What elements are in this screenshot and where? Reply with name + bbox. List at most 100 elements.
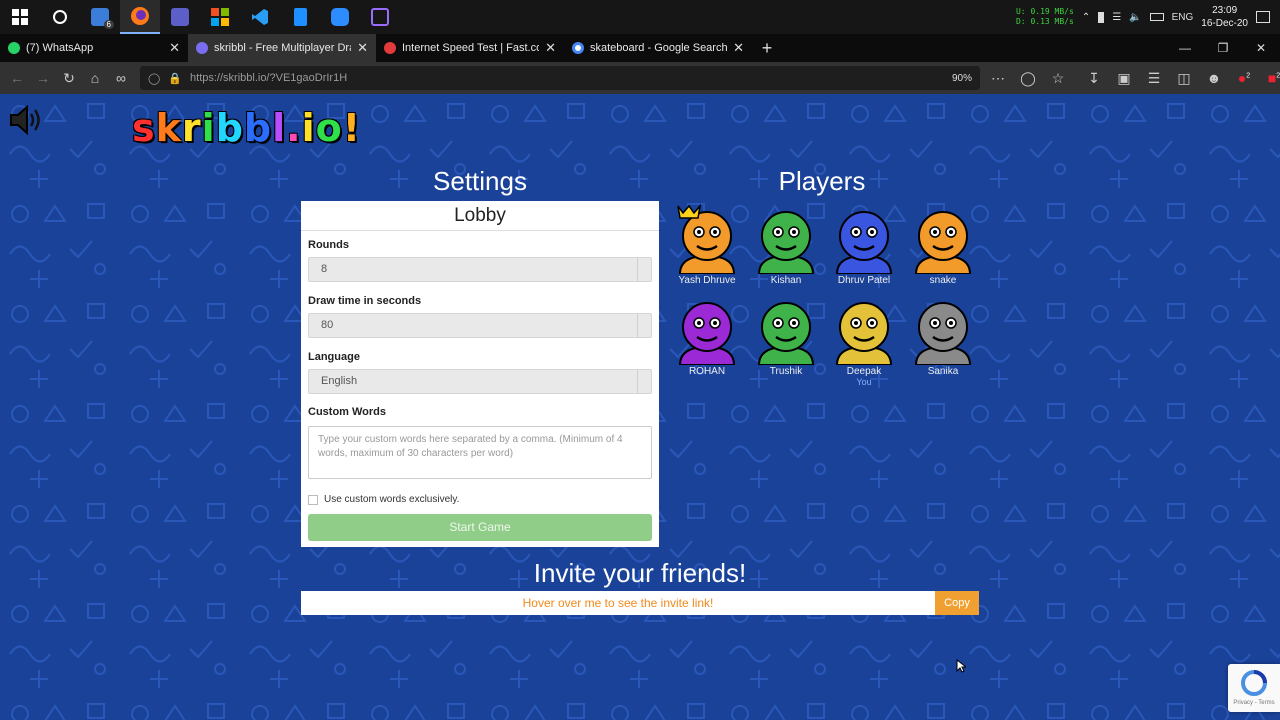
custom-words-textarea[interactable]: Type your custom words here separated by… [308,426,652,479]
reload-icon[interactable]: ↻ [56,70,82,87]
battery-icon[interactable] [1149,13,1164,21]
player-avatar [914,302,972,365]
close-tab-icon[interactable]: ✕ [733,40,744,56]
close-window-icon[interactable]: ✕ [1242,34,1280,62]
office-icon[interactable] [200,0,240,34]
more-icon[interactable]: ⋯ [985,70,1011,87]
sound-toggle-icon[interactable] [8,104,44,141]
url-text[interactable]: https://skribbl.io/?VE1gaoDrIr1H [190,72,347,84]
extension-icon[interactable]: ●2 [1231,70,1257,86]
language-indicator[interactable]: ENG [1172,12,1194,23]
rounds-select[interactable]: 8 [308,257,652,282]
whatsapp-icon [8,42,20,54]
logo-letter: ! [342,106,362,150]
player-avatar [835,211,893,274]
custom-words-label: Custom Words [308,406,387,418]
network-speed: U: 0.19 MB/s D: 0.13 MB/s [1015,7,1074,26]
dropdown-arrow-icon [637,314,651,337]
player-card[interactable]: Kishan [746,204,826,286]
speaker-icon[interactable]: 🔈 [1129,12,1141,23]
pocket-icon[interactable]: ◯ [1015,70,1041,87]
mail-icon[interactable]: 6 [80,0,120,34]
copy-button[interactable]: Copy [935,591,979,615]
app-icon[interactable] [360,0,400,34]
exclusive-words-checkbox[interactable]: Use custom words exclusively. [308,494,459,505]
player-card[interactable]: ROHAN [667,295,747,377]
shield-icon[interactable]: ◯ [148,72,160,85]
minimize-icon[interactable]: — [1166,34,1204,62]
you-indicator: You [856,377,872,387]
zoom-icon[interactable] [320,0,360,34]
lock-icon[interactable]: 🔒 [168,72,182,85]
player-avatar [677,204,736,274]
language-select[interactable]: English [308,369,652,394]
teams-icon[interactable] [160,0,200,34]
player-card[interactable]: snake [903,204,983,286]
tab-skribbl[interactable]: skribbl - Free Multiplayer Drawing ✕ [188,34,376,62]
screenshot-icon[interactable]: ▣ [1111,70,1137,87]
skribbl-icon [196,42,208,54]
close-tab-icon[interactable]: ✕ [169,40,180,56]
sidebar-icon[interactable]: ◫ [1171,70,1197,87]
player-card[interactable]: Sanika [903,295,983,377]
drawtime-select[interactable]: 80 [308,313,652,338]
logo-letter: l [272,106,287,150]
player-avatar [835,302,893,365]
start-game-button[interactable]: Start Game [308,514,652,541]
mouse-cursor-icon [956,658,968,678]
back-icon[interactable]: ← [4,70,30,86]
notifications-icon[interactable] [1256,11,1270,23]
zoom-level[interactable]: 90% [952,73,972,84]
star-icon[interactable]: ☆ [1045,70,1071,87]
account-icon[interactable]: ☻ [1201,70,1227,86]
player-card[interactable]: Yash Dhruve [667,204,747,286]
mail-badge: 6 [103,20,114,29]
firefox-icon[interactable] [120,0,160,34]
player-name: Kishan [770,275,802,286]
player-name: Yash Dhruve [678,275,736,286]
player-name: Trushik [769,366,803,377]
close-tab-icon[interactable]: ✕ [357,40,368,56]
restore-icon[interactable]: ❐ [1204,34,1242,62]
invite-link-box[interactable]: Hover over me to see the invite link! [301,591,935,615]
recaptcha-badge[interactable]: Privacy - Terms [1228,664,1280,712]
player-avatar [914,211,972,274]
logo-letter: i [201,106,216,150]
usb-icon[interactable] [1098,11,1105,23]
checkbox-icon[interactable] [308,494,318,505]
mask-icon[interactable]: ∞ [108,70,134,86]
library-icon[interactable]: ☰ [1141,70,1167,87]
file-icon[interactable] [280,0,320,34]
invite-heading: Invite your friends! [533,558,747,588]
skribbl-logo: skribbl.io! [132,106,361,150]
player-card[interactable]: Dhruv Patel [824,204,904,286]
recaptcha-icon [1241,670,1267,696]
dropdown-arrow-icon [637,258,651,281]
extension-icon[interactable]: ■2 [1261,70,1280,86]
dropdown-arrow-icon [637,370,651,393]
clock[interactable]: 23:09 16-Dec-20 [1201,4,1248,30]
cortana-icon[interactable] [40,0,80,34]
vscode-icon[interactable] [240,0,280,34]
player-card[interactable]: Deepak You [824,295,904,387]
download-icon[interactable]: ↧ [1081,70,1107,87]
forward-icon[interactable]: → [30,70,56,86]
tab-whatsapp[interactable]: (7) WhatsApp ✕ [0,34,188,62]
player-name: snake [929,275,957,286]
player-card[interactable]: Trushik [746,295,826,377]
system-tray: U: 0.19 MB/s D: 0.13 MB/s ⌃ ☰ 🔈 ENG 23:0… [1016,4,1280,30]
tab-fast[interactable]: Internet Speed Test | Fast.com ✕ [376,34,564,62]
tab-strip: (7) WhatsApp ✕ skribbl - Free Multiplaye… [0,34,1280,62]
windows-start-icon[interactable] [0,0,40,34]
url-bar[interactable]: ◯ 🔒 https://skribbl.io/?VE1gaoDrIr1H 90% [140,66,980,90]
home-icon[interactable]: ⌂ [82,70,108,86]
new-tab-button[interactable]: + [752,34,782,62]
player-avatar [757,211,815,274]
logo-letter: . [286,106,302,150]
network-icon[interactable]: ☰ [1112,12,1121,23]
close-tab-icon[interactable]: ✕ [545,40,556,56]
google-icon [572,42,584,54]
chevron-up-icon[interactable]: ⌃ [1082,12,1090,23]
tab-google[interactable]: skateboard - Google Search ✕ [564,34,752,62]
logo-letter: s [132,106,156,150]
